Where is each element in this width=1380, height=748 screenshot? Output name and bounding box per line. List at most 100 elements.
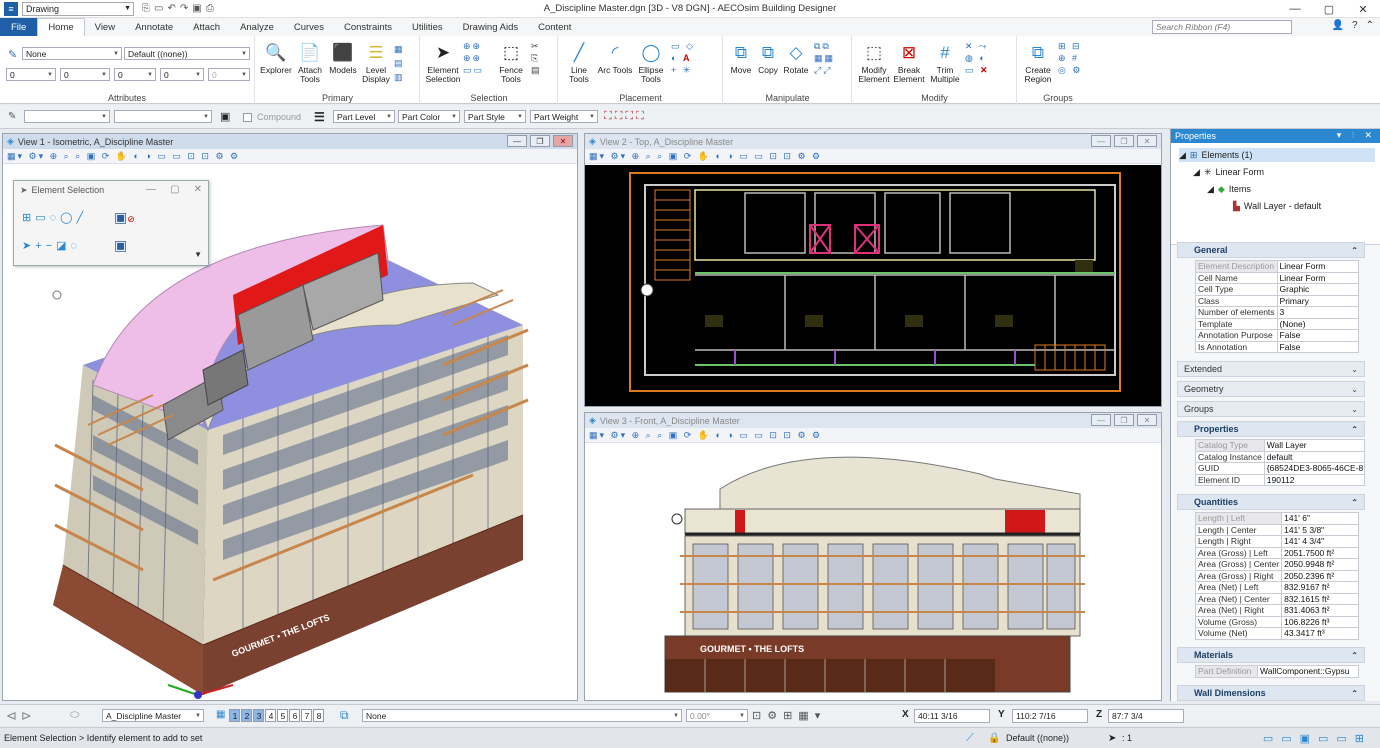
active-level-select[interactable]: None ▼ bbox=[22, 47, 122, 60]
level-icon[interactable]: ✎ bbox=[8, 48, 17, 61]
tab-analyze[interactable]: Analyze bbox=[230, 18, 284, 36]
view-3-front[interactable]: ◈ View 3 - Front, A_Discipline Master — ❐… bbox=[584, 412, 1162, 701]
model-icon[interactable]: ⬭ bbox=[70, 709, 79, 722]
close-icon[interactable]: ✕ bbox=[194, 184, 202, 195]
accudraw-icons[interactable]: ⊡⚙⊞▦▾ bbox=[752, 709, 826, 722]
layers-icon[interactable]: ⧉ bbox=[340, 708, 349, 723]
app-icon[interactable]: ≡ bbox=[4, 1, 18, 16]
rotate-button[interactable]: ◇ Rotate bbox=[780, 40, 812, 75]
view-toggle-8[interactable]: 8 bbox=[313, 709, 325, 722]
explorer-button[interactable]: 🔍 Explorer bbox=[258, 40, 294, 75]
part-tools-icons[interactable]: ⛶⛶⛶⛶ bbox=[604, 110, 647, 123]
save-icon[interactable]: ▣ bbox=[192, 3, 201, 14]
tab-file[interactable]: File bbox=[0, 18, 38, 36]
y-coordinate-field[interactable]: 110:2 7/16 bbox=[1012, 709, 1088, 723]
model-select[interactable]: A_Discipline Master ▼ bbox=[102, 709, 204, 722]
quick-access-icon[interactable]: ⎘ bbox=[142, 3, 150, 14]
modify-small-icons[interactable]: ✕ ⤳ ◍ ◐ ▭ ✕ bbox=[965, 40, 1015, 76]
attr-select-2[interactable]: ▼ bbox=[114, 110, 212, 123]
section-properties[interactable]: Properties ⌃ bbox=[1177, 421, 1365, 437]
tab-curves[interactable]: Curves bbox=[284, 18, 334, 36]
minimize-icon[interactable]: — bbox=[1278, 0, 1312, 18]
groups-small-icons[interactable]: ⊞ ⊟ ⊕ # ◎ ⚙ bbox=[1058, 40, 1096, 76]
view-toggle-1[interactable]: 1 bbox=[229, 709, 241, 722]
close-icon[interactable]: ✕ bbox=[553, 135, 573, 147]
manipulate-small-icons[interactable]: ⧉⧉ ▦▦ ⤢⤢ bbox=[814, 40, 850, 76]
user-icon[interactable]: 👤 bbox=[1332, 20, 1344, 31]
priority-select[interactable]: 0 ▼ bbox=[208, 68, 250, 81]
x-coordinate-field[interactable]: 40:11 3/16 bbox=[914, 709, 990, 723]
tab-home[interactable]: Home bbox=[37, 18, 85, 36]
close-icon[interactable]: ✕ bbox=[1346, 0, 1380, 18]
element-template-select[interactable]: Default ((none)) ▼ bbox=[124, 47, 250, 60]
restore-icon[interactable]: ❐ bbox=[530, 135, 550, 147]
views-icon[interactable]: ▦ bbox=[216, 709, 225, 722]
view-toggle-2[interactable]: 2 bbox=[241, 709, 253, 722]
view-3-canvas[interactable]: GOURMET • THE LOFTS bbox=[585, 444, 1161, 700]
selection-mode-icons[interactable]: ➤+−◪◌ bbox=[22, 239, 81, 252]
restore-icon[interactable]: ▢ bbox=[170, 184, 179, 195]
placement-small-icons[interactable]: ▭ ◇ ◐ A + ✳ bbox=[671, 40, 721, 76]
line-weight-icon[interactable]: ☰ bbox=[314, 110, 325, 124]
selection-method-icons[interactable]: ⊞▭◌◯╱ bbox=[22, 211, 87, 224]
move-button[interactable]: ⧉ Move bbox=[726, 40, 756, 75]
open-icon[interactable]: ▭ bbox=[154, 3, 163, 14]
tab-utilities[interactable]: Utilities bbox=[402, 18, 453, 36]
status-tray-icons[interactable]: ▭▭▣▭▭⊞ bbox=[1263, 732, 1372, 745]
trim-multiple-button[interactable]: # Trim Multiple bbox=[927, 40, 963, 84]
level-display-button[interactable]: ☰ Level Display bbox=[360, 40, 392, 84]
section-geometry[interactable]: Geometry ⌄ bbox=[1177, 381, 1365, 397]
panel-controls[interactable]: ▾ ⫶ ✕ bbox=[1337, 130, 1376, 141]
part-style-select[interactable]: Part Style ▼ bbox=[464, 110, 526, 123]
close-icon[interactable]: ✕ bbox=[1137, 414, 1157, 426]
minimize-icon[interactable]: — bbox=[1091, 135, 1111, 147]
create-region-button[interactable]: ⧉ Create Region bbox=[1020, 40, 1056, 84]
tab-view[interactable]: View bbox=[85, 18, 125, 36]
tree-item-linear-form[interactable]: ◢ ✳ Linear Form bbox=[1193, 165, 1264, 179]
tree-item-items[interactable]: ◢ ◆ Items bbox=[1207, 182, 1251, 196]
compound-checkbox[interactable] bbox=[243, 113, 252, 122]
minimize-icon[interactable]: — bbox=[146, 184, 156, 195]
chevron-down-icon[interactable]: ▼ bbox=[194, 250, 202, 259]
tab-annotate[interactable]: Annotate bbox=[125, 18, 183, 36]
close-icon[interactable]: ✕ bbox=[1137, 135, 1157, 147]
attr-select-1[interactable]: ▼ bbox=[24, 110, 110, 123]
snap-icon[interactable]: ⟋ bbox=[966, 732, 974, 745]
workspace-select[interactable]: Drawing ▼ bbox=[22, 1, 134, 16]
tree-item-elements[interactable]: ◢ ⊞ Elements (1) bbox=[1179, 148, 1375, 162]
break-element-button[interactable]: ⊠ Break Element bbox=[891, 40, 927, 84]
models-button[interactable]: ⬛ Models bbox=[326, 40, 360, 75]
view-toggle-5[interactable]: 5 bbox=[277, 709, 289, 722]
view-toggle-3[interactable]: 3 bbox=[253, 709, 265, 722]
redo-icon[interactable]: ↷ bbox=[180, 3, 188, 14]
view-toggle-4[interactable]: 4 bbox=[265, 709, 277, 722]
minimize-icon[interactable]: — bbox=[1091, 414, 1111, 426]
view-toggle-7[interactable]: 7 bbox=[301, 709, 313, 722]
level-select[interactable]: None ▼ bbox=[362, 709, 682, 722]
clear-selection-icon[interactable]: ▣⊘ bbox=[114, 209, 135, 226]
view-2-canvas[interactable] bbox=[585, 165, 1161, 406]
view-3-toolbar[interactable]: ▦▾ ⚙▾ ⊕ ⌕ ⌕ ▣ ⟳ ✋ ◐ ◑ ▭ ▭ ⊡ ⊡ ⚙ ⚙ bbox=[585, 428, 1161, 443]
line-tools-button[interactable]: ╱ Line Tools bbox=[561, 40, 597, 84]
tab-content[interactable]: Content bbox=[528, 18, 581, 36]
weight-select[interactable]: 0 ▼ bbox=[114, 68, 156, 81]
section-quantities[interactable]: Quantities ⌃ bbox=[1177, 494, 1365, 510]
nav-back-forward-icons[interactable]: ⊲⊳ bbox=[6, 708, 36, 724]
section-general[interactable]: General ⌃ bbox=[1177, 242, 1365, 258]
style-select[interactable]: 0 ▼ bbox=[60, 68, 110, 81]
selection-small-icons[interactable]: ⊕⊕ ⊕⊕ ▭▭ bbox=[463, 40, 493, 76]
pick-icon[interactable]: ✎ bbox=[8, 111, 16, 122]
select-all-icon[interactable]: ▣ bbox=[114, 237, 127, 254]
element-selection-button[interactable]: ➤ Element Selection bbox=[423, 40, 463, 84]
part-level-select[interactable]: Part Level ▼ bbox=[333, 110, 395, 123]
view-1-toolbar[interactable]: ▦▾ ⚙▾ ⊕ ⌕ ⌕ ▣ ⟳ ✋ ◐ ◑ ▭ ▭ ⊡ ⊡ ⚙ ⚙ bbox=[3, 149, 577, 164]
ellipse-tools-button[interactable]: ◯ Ellipse Tools bbox=[633, 40, 669, 84]
tab-drawing-aids[interactable]: Drawing Aids bbox=[453, 18, 528, 36]
chevron-up-icon[interactable]: ⌃ bbox=[1366, 20, 1374, 31]
view-2-top[interactable]: ◈ View 2 - Top, A_Discipline Master — ❐ ✕ … bbox=[584, 133, 1162, 407]
part-weight-select[interactable]: Part Weight ▼ bbox=[530, 110, 598, 123]
lock-icon[interactable]: 🔒 bbox=[988, 733, 1000, 744]
section-wall-dimensions[interactable]: Wall Dimensions ⌃ bbox=[1177, 685, 1365, 701]
tree-item-wall-layer[interactable]: ▙ Wall Layer - default bbox=[1233, 199, 1321, 213]
transparency-select[interactable]: 0 ▼ bbox=[160, 68, 204, 81]
